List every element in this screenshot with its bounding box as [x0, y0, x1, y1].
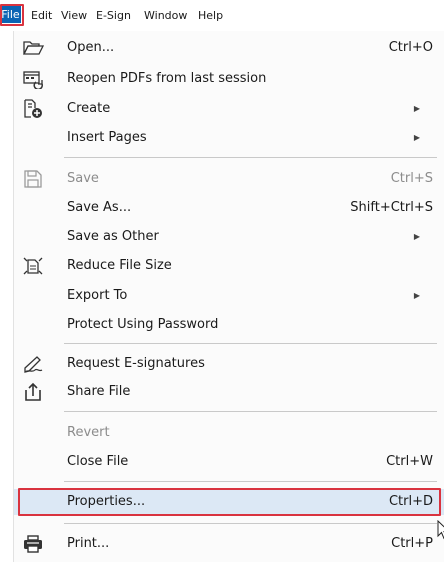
menu-item-label: Reopen PDFs from last session — [67, 71, 267, 86]
menu-item-label: Reduce File Size — [67, 258, 172, 273]
menu-item-protect-using-password[interactable]: Protect Using Password — [14, 312, 444, 338]
submenu-arrow-icon: ▶ — [413, 104, 420, 113]
menu-item-create[interactable]: Create ▶ — [14, 96, 444, 122]
submenu-arrow-icon: ▶ — [413, 232, 420, 241]
menu-item-export-to[interactable]: Export To ▶ — [14, 283, 444, 309]
menu-item-open[interactable]: Open... Ctrl+O — [14, 35, 444, 61]
menu-edit[interactable]: Edit — [31, 9, 52, 22]
e-signature-icon — [22, 354, 44, 374]
menu-item-share-file[interactable]: Share File — [14, 379, 444, 405]
reopen-icon — [22, 69, 44, 89]
menu-item-reduce-file-size[interactable]: Reduce File Size — [14, 253, 444, 279]
menu-item-request-e-signatures[interactable]: Request E-signatures — [14, 351, 444, 377]
menu-item-print[interactable]: Print... Ctrl+P — [14, 531, 444, 557]
open-folder-icon — [22, 38, 44, 58]
create-icon — [22, 99, 44, 119]
menu-item-reopen[interactable]: Reopen PDFs from last session — [14, 66, 444, 92]
menu-item-label: Close File — [67, 454, 129, 469]
share-icon — [22, 382, 44, 402]
menu-item-revert: Revert — [14, 420, 444, 446]
menu-item-label: Save As... — [67, 200, 132, 215]
shortcut-label: Ctrl+P — [391, 536, 433, 551]
menu-item-label: Request E-signatures — [67, 356, 205, 371]
menu-item-label: Insert Pages — [67, 130, 147, 145]
shortcut-label: Ctrl+O — [388, 40, 433, 55]
menu-item-label: Protect Using Password — [67, 317, 219, 332]
menu-item-insert-pages[interactable]: Insert Pages ▶ — [14, 125, 444, 151]
menu-help[interactable]: Help — [198, 9, 223, 22]
menu-item-save: Save Ctrl+S — [14, 166, 444, 192]
menu-item-label: Revert — [67, 425, 110, 440]
menu-item-label: Save as Other — [67, 229, 159, 244]
properties-highlight-box — [18, 488, 441, 516]
menu-item-save-as[interactable]: Save As... Shift+Ctrl+S — [14, 195, 444, 221]
menu-item-save-as-other[interactable]: Save as Other ▶ — [14, 224, 444, 250]
menu-view[interactable]: View — [61, 9, 87, 22]
mouse-pointer-icon — [437, 519, 444, 540]
menu-bar: File Edit View E-Sign Window Help — [0, 0, 444, 30]
printer-icon — [22, 534, 44, 554]
menu-item-label: Print... — [67, 536, 110, 551]
menu-separator — [64, 481, 437, 482]
shortcut-label: Ctrl+S — [390, 171, 433, 186]
menu-item-label: Create — [67, 101, 111, 116]
menu-separator — [64, 157, 437, 158]
menu-item-label: Export To — [67, 288, 128, 303]
file-dropdown-menu: Open... Ctrl+O Reopen PDFs from last ses… — [13, 31, 444, 562]
shortcut-label: Shift+Ctrl+S — [350, 200, 433, 215]
menu-e-sign[interactable]: E-Sign — [96, 9, 131, 22]
menu-item-label: Open... — [67, 40, 115, 55]
menu-window[interactable]: Window — [144, 9, 187, 22]
menu-separator — [64, 411, 437, 412]
submenu-arrow-icon: ▶ — [413, 133, 420, 142]
menu-separator — [64, 523, 437, 524]
menu-separator — [64, 343, 437, 344]
reduce-file-size-icon — [22, 256, 44, 276]
shortcut-label: Ctrl+W — [386, 454, 433, 469]
submenu-arrow-icon: ▶ — [413, 291, 420, 300]
menu-item-label: Save — [67, 171, 99, 186]
menu-item-close-file[interactable]: Close File Ctrl+W — [14, 449, 444, 475]
file-menu-highlight-box — [0, 4, 24, 26]
menu-item-label: Share File — [67, 384, 131, 399]
save-icon — [22, 169, 44, 189]
